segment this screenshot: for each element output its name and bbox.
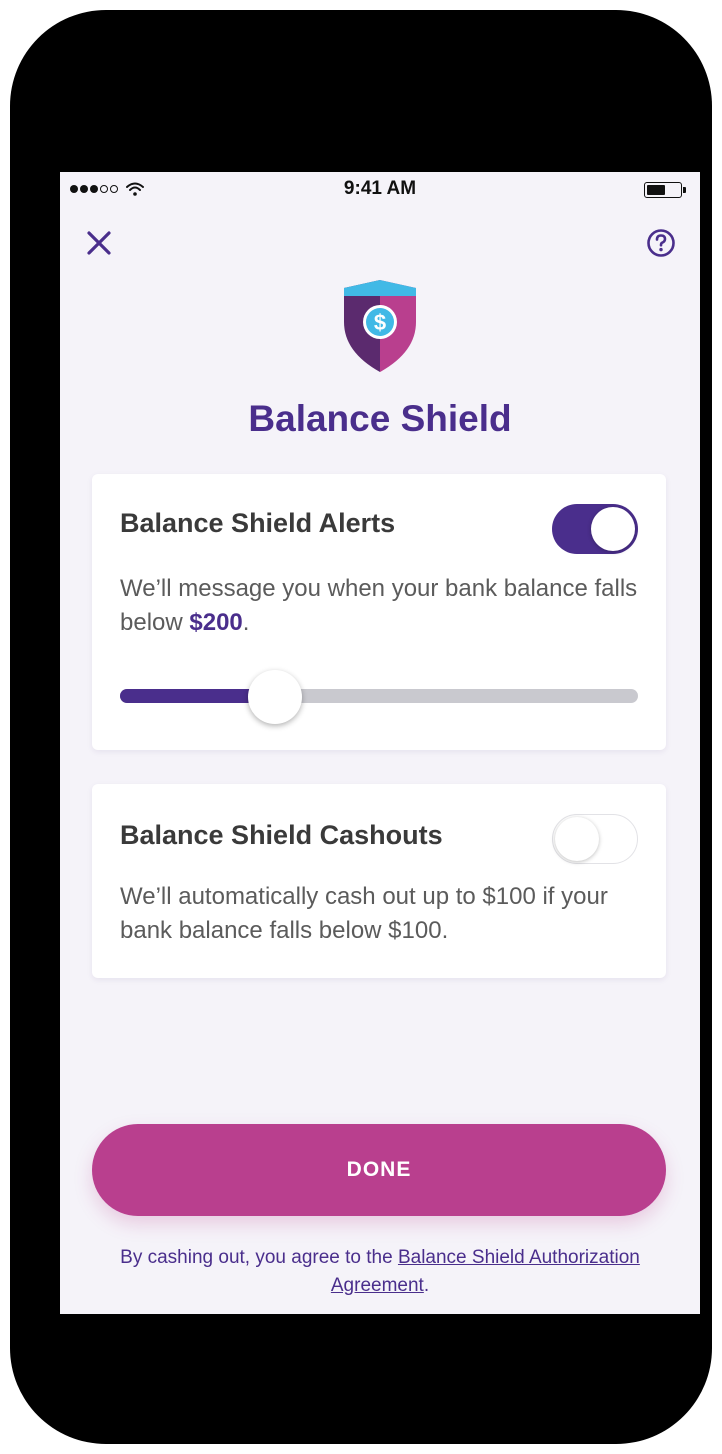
alerts-card: Balance Shield Alerts We’ll message you … <box>92 474 666 750</box>
disclaimer-text: By cashing out, you agree to the <box>120 1247 398 1268</box>
disclaimer-end: . <box>423 1275 430 1296</box>
alerts-description: We’ll message you when your bank balance… <box>120 572 640 640</box>
cashouts-card: Balance Shield Cashouts We’ll automatica… <box>92 784 666 978</box>
battery-body <box>644 182 682 198</box>
shield-dollar-icon: $ <box>344 280 416 372</box>
app-screen: 9:41 AM $ Balance Shield Balance Shield … <box>60 172 700 1314</box>
status-bar: 9:41 AM <box>60 172 700 208</box>
battery-fill <box>647 185 665 195</box>
close-icon <box>87 231 111 255</box>
alerts-toggle[interactable] <box>552 504 638 554</box>
phone-frame: 9:41 AM $ Balance Shield Balance Shield … <box>10 10 712 1444</box>
battery-tip <box>683 187 686 193</box>
status-time: 9:41 AM <box>343 178 417 199</box>
page-title: Balance Shield <box>248 398 512 439</box>
svg-text:$: $ <box>374 310 386 335</box>
disclaimer: By cashing out, you agree to the Balance… <box>120 1244 640 1300</box>
alerts-title: Balance Shield Alerts <box>120 508 396 538</box>
toggle-knob <box>555 817 599 861</box>
battery-icon <box>644 182 686 198</box>
help-question-icon <box>647 229 675 257</box>
help-button[interactable] <box>646 228 676 258</box>
cashouts-description: We’ll automatically cash out up to $100 … <box>120 883 608 944</box>
alerts-desc-end: . <box>242 609 250 636</box>
threshold-slider[interactable] <box>120 670 638 724</box>
toggle-knob <box>591 507 635 551</box>
cashouts-title: Balance Shield Cashouts <box>120 820 443 850</box>
done-button[interactable]: DONE <box>92 1124 666 1216</box>
cashouts-toggle[interactable] <box>552 814 638 864</box>
close-button[interactable] <box>84 228 114 258</box>
alert-threshold: $200 <box>189 609 243 636</box>
slider-thumb[interactable] <box>248 670 303 724</box>
